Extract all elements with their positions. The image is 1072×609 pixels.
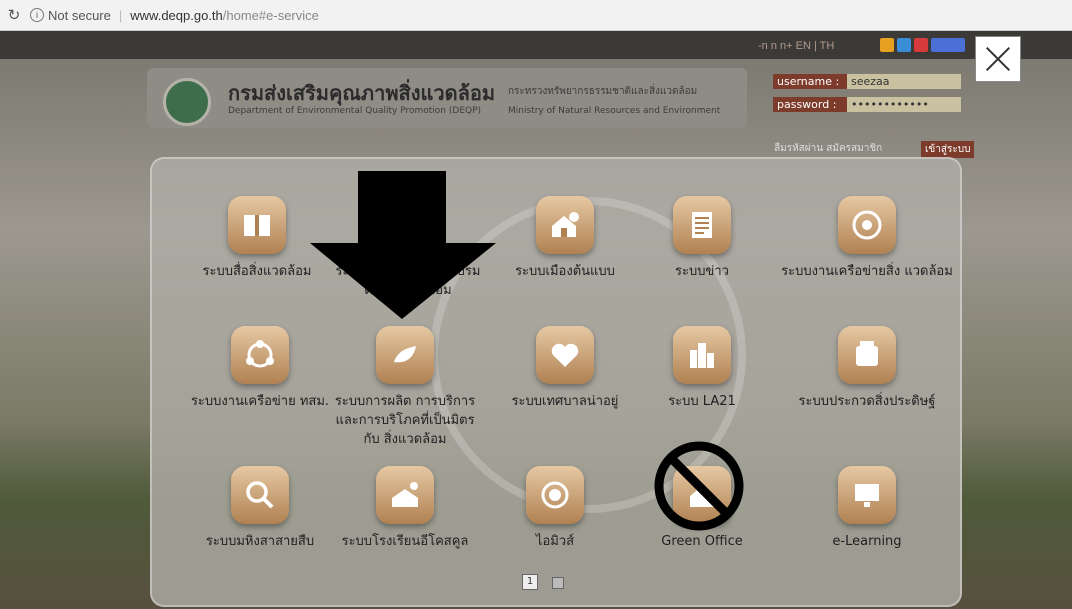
service-tile-green-production[interactable]: ระบบการผลิต การบริการ และการบริโภคที่เป็… (330, 326, 480, 449)
service-label: e-Learning (832, 534, 902, 549)
eco-plug-icon (376, 326, 434, 384)
service-tile-imuse[interactable]: ไอมิวส์ (480, 466, 630, 551)
url-text[interactable]: www.deqp.go.th/home#e-service (130, 8, 319, 23)
deqp-logo-icon[interactable] (163, 78, 211, 126)
eco-badge-icon (526, 466, 584, 524)
youtube-icon[interactable] (914, 38, 928, 52)
password-row: password : •••••••••••• (773, 97, 961, 112)
browser-address-bar: ↻ i Not secure | www.deqp.go.th/home#e-s… (0, 0, 1072, 31)
service-label: ระบบงานเครือข่ายสิ่ง แวดล้อม (781, 264, 953, 279)
facebook-icon[interactable] (880, 38, 894, 52)
service-label: ระบบเมืองต้นแบบ (515, 264, 615, 279)
reload-icon[interactable]: ↻ (4, 6, 24, 24)
security-status[interactable]: Not secure (48, 8, 111, 23)
service-tile-news[interactable]: ระบบข่าว (627, 196, 777, 281)
house-tree-icon (536, 196, 594, 254)
modal-pagination: 1 (522, 574, 564, 590)
elearning-screen-icon (838, 466, 896, 524)
site-title-thai: กรมส่งเสริมคุณภาพสิ่งแวดล้อม (228, 81, 496, 105)
service-tile-invention-contest[interactable]: ระบบประกวดสิ่งประดิษฐ์ (772, 326, 962, 411)
service-tile-env-network[interactable]: ระบบงานเครือข่ายสิ่ง แวดล้อม (772, 196, 962, 281)
password-label: password : (773, 97, 847, 112)
language-links[interactable]: -n n n+ EN | TH (758, 40, 834, 52)
invention-machine-icon (838, 326, 896, 384)
page-button-current[interactable]: 1 (522, 574, 538, 590)
email-icon[interactable] (931, 38, 965, 52)
service-tile-livable-municipality[interactable]: ระบบเทศบาลน่าอยู่ (490, 326, 640, 411)
service-tile-model-city[interactable]: ระบบเมืองต้นแบบ (490, 196, 640, 281)
close-modal-button[interactable] (975, 36, 1021, 82)
service-label: ระบบ LA21 (668, 394, 736, 409)
service-tile-eco-school[interactable]: ระบบโรงเรียนอีโคสคูล (330, 466, 480, 551)
magnifier-icon (231, 466, 289, 524)
ministry-en: Ministry of Natural Resources and Enviro… (508, 106, 721, 116)
ministry-thai: กระทรวงทรัพยากรธรรมชาติและสิ่งแวดล้อม (508, 86, 698, 97)
service-tile-la21[interactable]: ระบบ LA21 (627, 326, 777, 411)
twitter-icon[interactable] (897, 38, 911, 52)
page-button-next[interactable] (552, 577, 564, 589)
service-label: ระบบงานเครือข่าย ทสม. (190, 394, 330, 409)
news-document-icon (673, 196, 731, 254)
site-top-bar (0, 31, 1072, 59)
site-title-en: Department of Environmental Quality Prom… (228, 106, 482, 116)
username-input[interactable]: seezaa (847, 74, 961, 89)
login-button[interactable]: เข้าสู่ระบบ (921, 141, 975, 158)
prohibited-sign-annotation-icon (654, 441, 744, 531)
network-leaf-icon (838, 196, 896, 254)
password-input[interactable]: •••••••••••• (847, 97, 961, 112)
service-label: ระบบข่าว (675, 264, 729, 279)
heart-home-icon (536, 326, 594, 384)
address-separator: | (118, 7, 123, 23)
info-icon[interactable]: i (30, 8, 44, 22)
service-label: ไอมิวส์ (535, 534, 575, 549)
school-tree-icon (376, 466, 434, 524)
forgot-register-links[interactable]: ลืมรหัสผ่าน สมัครสมาชิก (774, 141, 882, 156)
service-label: Green Office (661, 534, 743, 549)
service-label: ระบบโรงเรียนอีโคสคูล (341, 534, 469, 549)
service-tile-mahingsa[interactable]: ระบบมหิงสาสายสืบ (170, 466, 350, 551)
service-label: ระบบมหิงสาสายสืบ (205, 534, 315, 549)
people-network-icon (231, 326, 289, 384)
city-buildings-icon (673, 326, 731, 384)
book-icon (228, 196, 286, 254)
service-label: ระบบการผลิต การบริการ และการบริโภคที่เป็… (334, 394, 476, 447)
service-tile-elearning[interactable]: e-Learning (772, 466, 962, 551)
username-label: username : (773, 74, 847, 89)
username-row: username : seezaa (773, 74, 961, 89)
service-label: ระบบเทศบาลน่าอยู่ (511, 394, 619, 409)
down-arrow-annotation-icon (310, 171, 496, 319)
service-tile-tsm-network[interactable]: ระบบงานเครือข่าย ทสม. (170, 326, 350, 411)
service-label: ระบบประกวดสิ่งประดิษฐ์ (798, 394, 936, 409)
